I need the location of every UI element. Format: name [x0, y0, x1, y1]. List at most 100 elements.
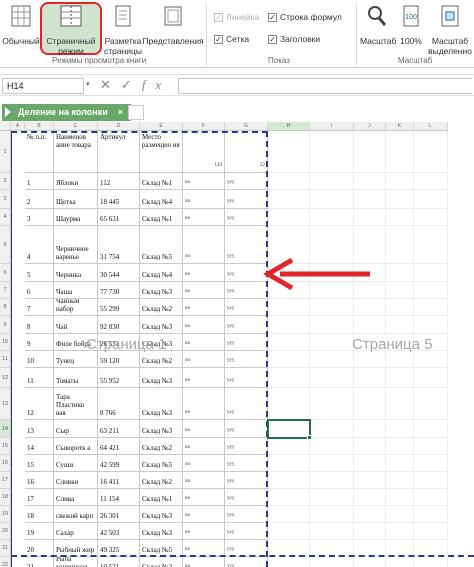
table-cell[interactable]: 14: [25, 438, 54, 455]
table-cell[interactable]: nn: [183, 489, 225, 506]
table-cell[interactable]: nn: [183, 388, 225, 420]
column-header[interactable]: H: [268, 122, 310, 131]
row-header[interactable]: 3: [0, 190, 11, 209]
table-cell[interactable]: nn: [183, 472, 225, 489]
empty-cell[interactable]: [414, 351, 448, 368]
empty-cell[interactable]: [268, 190, 310, 209]
table-cell[interactable]: nn: [183, 226, 225, 264]
empty-cell[interactable]: [268, 489, 310, 506]
ruler-checkbox[interactable]: ✓ Линейка: [214, 12, 259, 22]
table-cell[interactable]: 65 631: [98, 209, 140, 226]
empty-cell[interactable]: [310, 173, 354, 190]
table-cell[interactable]: Склад №3: [140, 368, 183, 388]
custom-views-button[interactable]: Представления: [142, 4, 204, 46]
fill-handle[interactable]: [307, 435, 312, 440]
table-cell[interactable]: Сливки: [54, 472, 98, 489]
empty-cell[interactable]: [386, 472, 414, 489]
table-cell[interactable]: yyy: [225, 316, 268, 334]
table-cell[interactable]: свежий карп: [54, 506, 98, 523]
table-cell[interactable]: yyy: [225, 173, 268, 190]
formula-bar-checkbox[interactable]: ✓ Строка формул: [268, 12, 342, 22]
table-cell[interactable]: 55 952: [98, 368, 140, 388]
empty-cell[interactable]: [268, 472, 310, 489]
table-cell[interactable]: yyy: [225, 523, 268, 540]
table-cell[interactable]: 4: [25, 226, 54, 264]
table-cell[interactable]: Склад №2: [140, 299, 183, 316]
table-cell[interactable]: Томаты: [54, 368, 98, 388]
header-cell[interactable]: № п.п.: [25, 131, 54, 173]
empty-cell[interactable]: [268, 351, 310, 368]
column-header[interactable]: B: [25, 122, 54, 131]
empty-cell[interactable]: [310, 190, 354, 209]
row-header[interactable]: 2: [0, 173, 11, 190]
zoom-100-button[interactable]: 100 100%: [396, 4, 426, 46]
zoom-to-selection-button[interactable]: Масштаб выделенно: [426, 4, 474, 56]
empty-cell[interactable]: [268, 557, 310, 567]
table-cell[interactable]: 19: [25, 523, 54, 540]
header-cell[interactable]: Артикул: [98, 131, 140, 173]
row-header[interactable]: 6: [0, 264, 11, 282]
empty-cell[interactable]: [386, 557, 414, 567]
table-cell[interactable]: yyy: [225, 334, 268, 351]
empty-cell[interactable]: [414, 299, 448, 316]
table-cell[interactable]: Щетка: [54, 190, 98, 209]
empty-cell[interactable]: [268, 299, 310, 316]
empty-cell[interactable]: [310, 388, 354, 420]
header-cell[interactable]: Наименов ание товара: [54, 131, 98, 173]
empty-cell[interactable]: [386, 351, 414, 368]
table-cell[interactable]: 31 754: [98, 226, 140, 264]
empty-cell[interactable]: [386, 190, 414, 209]
empty-cell[interactable]: [354, 388, 386, 420]
table-cell[interactable]: Чаша: [54, 282, 98, 299]
row-header[interactable]: 12: [0, 368, 11, 388]
name-box[interactable]: H14: [2, 78, 84, 94]
empty-cell[interactable]: [268, 388, 310, 420]
table-cell[interactable]: Сыворотк а: [54, 438, 98, 455]
empty-cell[interactable]: [386, 173, 414, 190]
empty-cell[interactable]: [386, 506, 414, 523]
table-cell[interactable]: 2: [25, 190, 54, 209]
table-cell[interactable]: nn: [183, 523, 225, 540]
new-sheet-button[interactable]: [128, 105, 144, 120]
table-cell[interactable]: 55 299: [98, 299, 140, 316]
empty-cell[interactable]: [386, 264, 414, 282]
table-cell[interactable]: Склад №2: [140, 472, 183, 489]
zoom-button[interactable]: Масштаб: [360, 4, 396, 46]
table-cell[interactable]: 42 599: [98, 455, 140, 472]
table-cell[interactable]: 21: [25, 557, 54, 567]
column-header[interactable]: F: [183, 122, 225, 131]
empty-cell[interactable]: [310, 131, 354, 173]
table-cell[interactable]: Склад №1: [140, 173, 183, 190]
table-cell[interactable]: 92 830: [98, 316, 140, 334]
empty-cell[interactable]: [414, 438, 448, 455]
table-cell[interactable]: Склад №3: [140, 388, 183, 420]
table-cell[interactable]: Склад №2: [140, 438, 183, 455]
table-cell[interactable]: yyy: [225, 420, 268, 438]
table-cell[interactable]: 9: [25, 334, 54, 351]
table-cell[interactable]: nn: [183, 455, 225, 472]
column-header[interactable]: I: [310, 122, 354, 131]
empty-cell[interactable]: [354, 472, 386, 489]
empty-cell[interactable]: [310, 368, 354, 388]
table-cell[interactable]: 30 544: [98, 264, 140, 282]
table-cell[interactable]: Склад №3: [140, 420, 183, 438]
table-cell[interactable]: Тунец: [54, 351, 98, 368]
empty-cell[interactable]: [354, 316, 386, 334]
table-cell[interactable]: Склад №5: [140, 455, 183, 472]
column-header[interactable]: G: [225, 122, 268, 131]
fx-icon[interactable]: fx: [142, 77, 171, 92]
table-cell[interactable]: Яблоки: [54, 173, 98, 190]
empty-cell[interactable]: [268, 334, 310, 351]
empty-cell[interactable]: [310, 316, 354, 334]
row-header[interactable]: 15: [0, 438, 11, 455]
empty-cell[interactable]: [354, 173, 386, 190]
table-cell[interactable]: Склад №1: [140, 489, 183, 506]
table-cell[interactable]: 1: [25, 173, 54, 190]
table-cell[interactable]: Склад №3: [140, 523, 183, 540]
table-cell[interactable]: nn: [183, 438, 225, 455]
empty-cell[interactable]: [310, 506, 354, 523]
table-cell[interactable]: Склад №4: [140, 264, 183, 282]
row-header[interactable]: 20: [0, 523, 11, 540]
row-header[interactable]: 9: [0, 316, 11, 334]
table-cell[interactable]: 64 421: [98, 438, 140, 455]
